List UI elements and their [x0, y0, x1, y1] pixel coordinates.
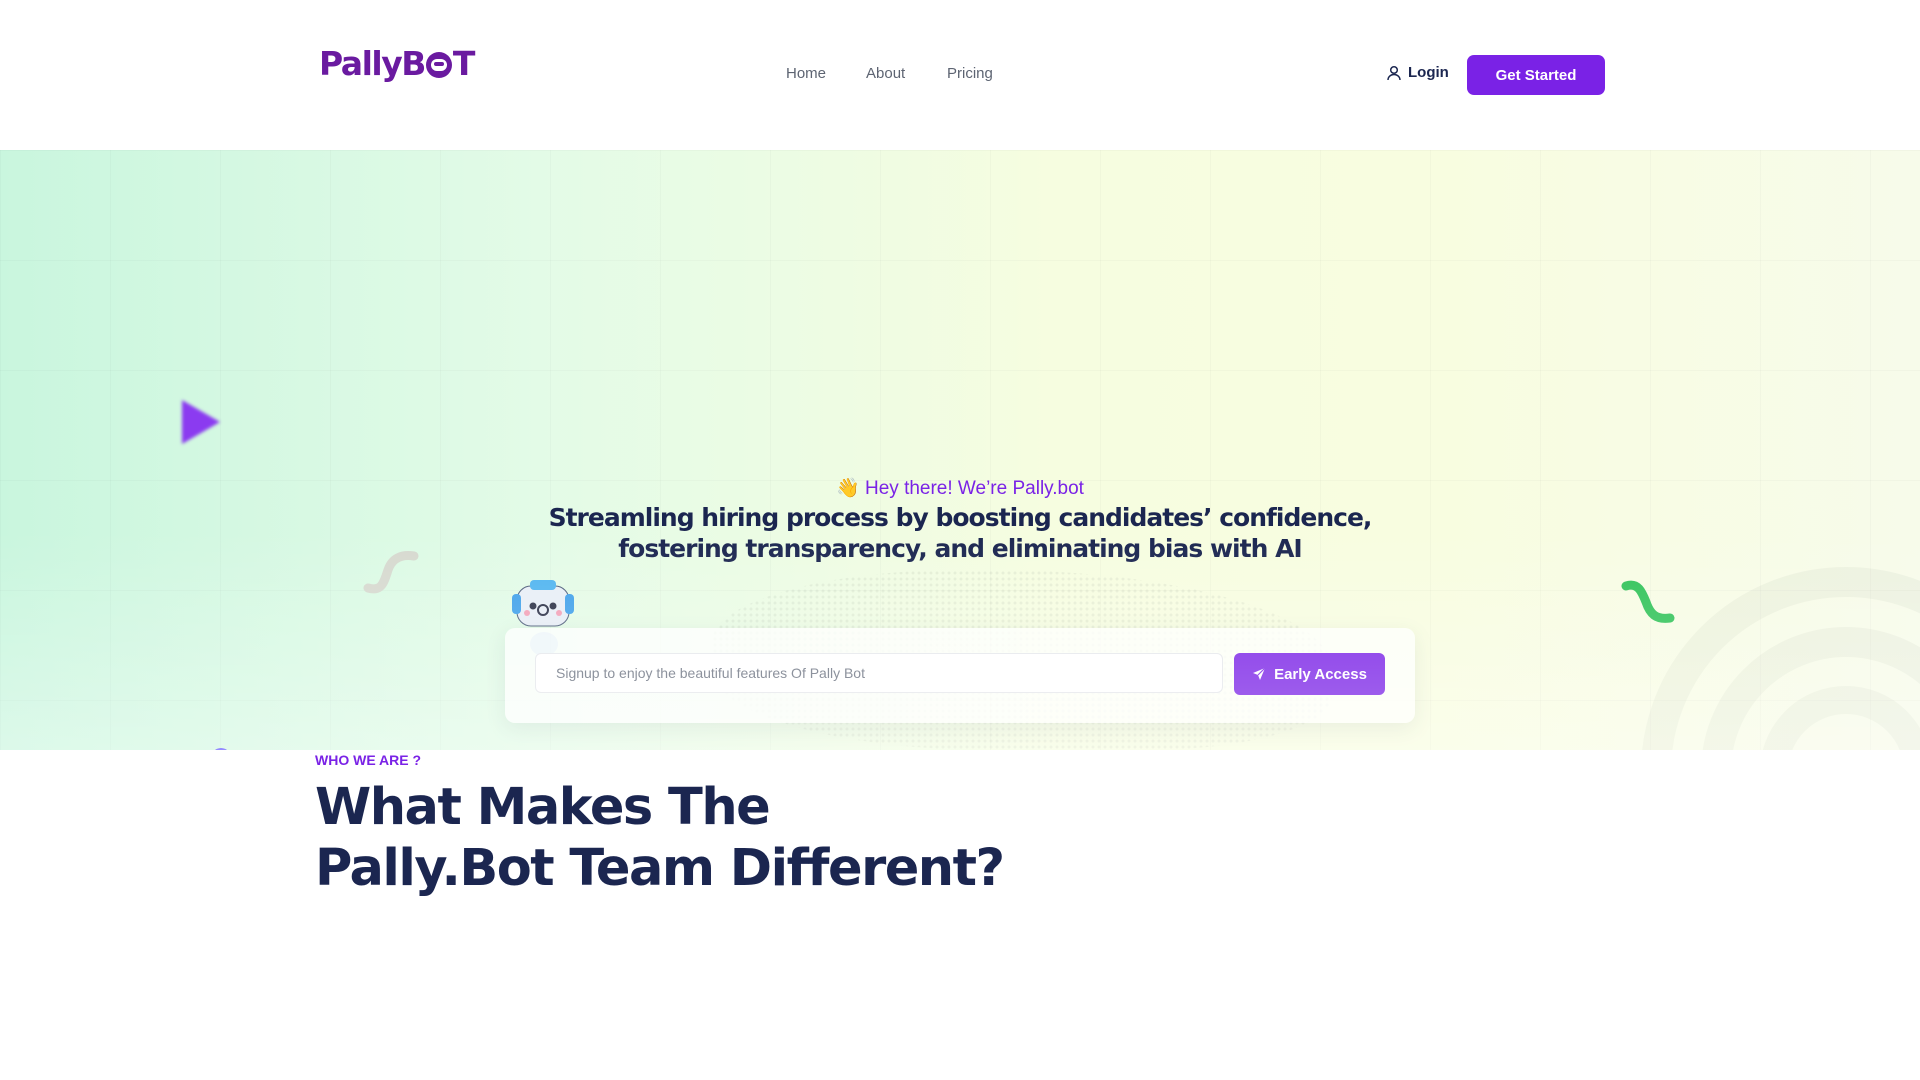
hero-section: 👋 Hey there! We’re Pally.bot Streamling …: [0, 150, 1920, 750]
section-title-line-2: Pally.Bot Team Different?: [315, 839, 1005, 898]
dot-icon: [211, 748, 231, 750]
rings-icon: [1642, 567, 1920, 750]
signup-card: Early Access: [505, 628, 1415, 723]
pallybot-logo[interactable]: PallyB T: [319, 44, 476, 83]
nav-pricing-link[interactable]: Pricing: [947, 65, 993, 82]
signup-email-input[interactable]: [535, 653, 1223, 693]
waving-hand-icon: 👋: [836, 478, 860, 499]
hero-headline: Streamling hiring process by boosting ca…: [548, 503, 1373, 563]
nav-about-link[interactable]: About: [866, 65, 905, 82]
section-title: What Makes The Pally.Bot Team Different?: [315, 777, 1005, 899]
early-access-label: Early Access: [1274, 665, 1367, 683]
send-icon: [1253, 667, 1266, 680]
nav-home-link[interactable]: Home: [786, 65, 826, 82]
login-label: Login: [1408, 64, 1449, 81]
section-eyebrow: WHO WE ARE ?: [315, 752, 422, 768]
section-title-line-1: What Makes The: [315, 778, 771, 837]
hero-greeting: 👋 Hey there! We’re Pally.bot: [0, 476, 1920, 500]
get-started-button[interactable]: Get Started: [1467, 55, 1605, 95]
world-map-dots: [712, 570, 1332, 750]
green-squiggle-icon: [1621, 580, 1675, 623]
user-icon: [1387, 65, 1401, 80]
logo-text-start: PallyB: [319, 44, 426, 83]
robot-icon: [512, 580, 574, 656]
login-link[interactable]: Login: [1386, 64, 1449, 81]
early-access-button[interactable]: Early Access: [1234, 653, 1385, 695]
squiggle-icon: [363, 551, 419, 594]
robot-face-icon: [425, 51, 452, 78]
play-shape-icon: [182, 400, 220, 444]
logo-text-end: T: [452, 44, 476, 83]
site-header: PallyB T Home About Pricing Login Get Sta…: [0, 0, 1920, 150]
greeting-text: Hey there! We’re Pally.bot: [865, 478, 1084, 499]
